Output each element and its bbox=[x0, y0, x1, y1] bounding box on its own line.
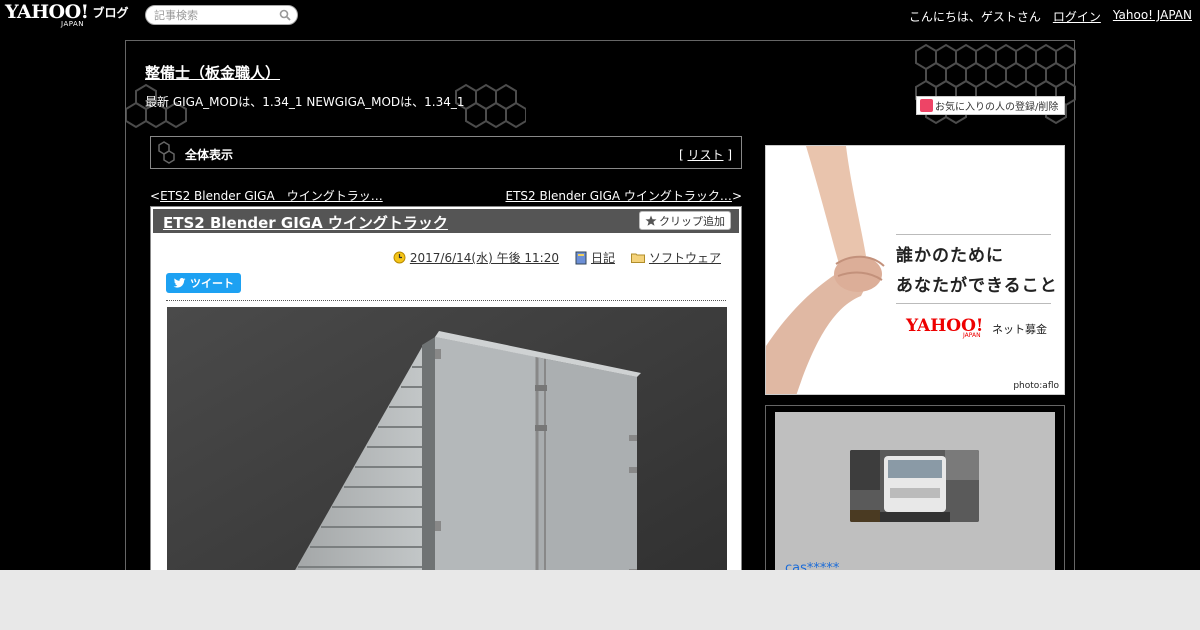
category-diary-link[interactable]: 日記 bbox=[591, 249, 615, 266]
ad-service-name: ネット募金 bbox=[992, 323, 1047, 336]
clip-add-button[interactable]: クリップ追加 bbox=[639, 211, 731, 230]
article-header: ETS2 Blender GIGA ウイングトラック クリップ追加 bbox=[153, 209, 739, 233]
next-arrow: > bbox=[731, 189, 742, 203]
folder-icon bbox=[630, 253, 645, 263]
category-software: ソフトウェア bbox=[630, 249, 721, 266]
next-article-link[interactable]: ETS2 Blender GIGA ウイングトラック… bbox=[505, 189, 731, 203]
article-meta: 2017/6/14(水) 午後 11:20 日記 ソフトウェア bbox=[393, 249, 721, 266]
prev-article: <ETS2 Blender GIGA ウイングトラッ… bbox=[150, 187, 383, 204]
clip-add-label: クリップ追加 bbox=[659, 214, 725, 228]
blog-logo-text: ブログ bbox=[92, 6, 129, 20]
hex-pattern-right bbox=[915, 43, 1076, 125]
yahoo-blog-logo[interactable]: YAHOO! JAPAN ブログ bbox=[5, 2, 129, 28]
heart-badge-icon bbox=[920, 99, 933, 112]
view-title: 全体表示 bbox=[185, 148, 234, 162]
article-separator bbox=[166, 300, 726, 301]
yahoo-logo-text: YAHOO! bbox=[5, 1, 89, 23]
search-box bbox=[145, 5, 298, 25]
search-icon[interactable] bbox=[279, 9, 291, 21]
article-title[interactable]: ETS2 Blender GIGA ウイングトラック bbox=[163, 212, 448, 233]
login-link[interactable]: ログイン bbox=[1053, 8, 1101, 25]
search-input[interactable] bbox=[154, 6, 274, 24]
blog-title[interactable]: 整備士（板金職人） bbox=[145, 62, 280, 83]
list-link[interactable]: リスト bbox=[687, 148, 723, 162]
twitter-bird-icon bbox=[173, 277, 186, 288]
next-article: ETS2 Blender GIGA ウイングトラック…> bbox=[505, 187, 742, 204]
prev-article-link[interactable]: ETS2 Blender GIGA ウイングトラッ… bbox=[160, 189, 383, 203]
ad-divider-bottom bbox=[896, 303, 1051, 304]
view-header: 全体表示 [ リスト ] bbox=[150, 136, 742, 169]
article-date-link[interactable]: 2017/6/14(水) 午後 11:20 bbox=[410, 249, 559, 266]
prev-arrow: < bbox=[150, 189, 161, 203]
top-links: こんにちは、ゲストさん ログイン Yahoo! JAPAN bbox=[909, 8, 1192, 25]
category-software-link[interactable]: ソフトウェア bbox=[649, 249, 721, 266]
notebook-icon bbox=[575, 251, 587, 264]
top-bar: YAHOO! JAPAN ブログ こんにちは、ゲストさん ログイン Yahoo!… bbox=[0, 0, 1200, 32]
ad-headline-2: あなたができること bbox=[896, 276, 1058, 296]
clock-icon bbox=[393, 251, 406, 264]
ad-yahoo-japan: JAPAN bbox=[963, 332, 981, 339]
blog-frame: 整備士（板金職人） 最新 GIGA_MODは、1.34_1 NEWGIGA_MO… bbox=[125, 40, 1076, 630]
article: ETS2 Blender GIGA ウイングトラック クリップ追加 2017/6… bbox=[150, 206, 742, 630]
list-bracket-close: ] bbox=[723, 148, 732, 162]
ad-photo-credit: photo:aflo bbox=[1013, 381, 1059, 391]
blog-description: 最新 GIGA_MODは、1.34_1 NEWGIGA_MODは、1.34_1 bbox=[145, 95, 465, 109]
footer-overlay-bar bbox=[0, 570, 1200, 630]
view-list-toggle: [ リスト ] bbox=[679, 146, 732, 163]
category-diary: 日記 bbox=[575, 249, 615, 266]
profile-avatar[interactable] bbox=[850, 450, 979, 522]
tweet-button[interactable]: ツイート bbox=[166, 273, 241, 293]
favorite-register-button[interactable]: お気に入りの人の登録/削除 bbox=[916, 96, 1065, 115]
ad-headline-1: 誰かのために bbox=[896, 246, 1004, 266]
article-date: 2017/6/14(水) 午後 11:20 bbox=[393, 249, 559, 266]
article-pager: <ETS2 Blender GIGA ウイングトラッ… ETS2 Blender… bbox=[150, 187, 742, 204]
favorite-register-label: お気に入りの人の登録/削除 bbox=[935, 102, 1059, 113]
star-icon bbox=[645, 215, 657, 226]
handshake-illustration bbox=[766, 146, 885, 394]
truck-avatar-image bbox=[850, 450, 979, 522]
yahoo-logo-japan: JAPAN bbox=[61, 20, 85, 28]
greeting-text: こんにちは、ゲストさん bbox=[908, 10, 1041, 24]
hex-decoration-icon bbox=[158, 141, 175, 164]
ad-banner[interactable]: 誰かのために あなたができること YAHOO! JAPAN ネット募金 phot… bbox=[765, 145, 1065, 395]
tweet-label: ツイート bbox=[190, 277, 234, 290]
ad-divider-top bbox=[896, 234, 1051, 235]
yahoo-japan-link[interactable]: Yahoo! JAPAN bbox=[1113, 8, 1192, 25]
